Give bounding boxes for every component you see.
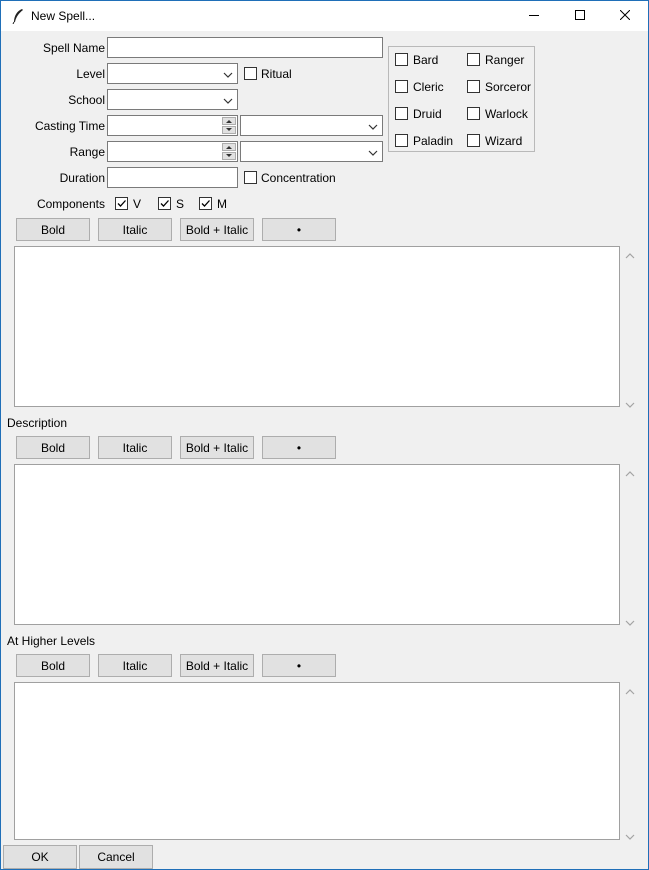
class-bard-checkbox[interactable] [395,53,408,66]
minimize-button[interactable] [511,1,557,31]
class-paladin-checkbox[interactable] [395,134,408,147]
maximize-icon [575,9,585,23]
concentration-label: Concentration [261,171,336,185]
class-druid-checkbox[interactable] [395,107,408,120]
italic-button[interactable]: Italic [98,654,172,677]
window-title: New Spell... [31,9,96,23]
title-bar[interactable]: New Spell... [1,1,648,31]
range-label: Range [69,145,105,159]
class-sorceror-label: Sorceror [485,80,532,94]
component-v-checkbox[interactable] [115,197,128,210]
duration-label: Duration [59,171,105,185]
feather-icon [11,8,25,25]
ritual-label: Ritual [261,67,292,81]
range-unit-select[interactable] [240,141,383,162]
chevron-down-icon [223,69,233,79]
chevron-down-icon [368,121,378,131]
component-m-checkbox[interactable] [199,197,212,210]
close-button[interactable] [602,1,648,31]
spin-up-icon[interactable] [222,117,236,125]
school-select[interactable] [107,89,238,110]
scroll-up-icon[interactable] [625,685,635,695]
checkmark-icon [117,200,126,207]
concentration-checkbox[interactable] [244,171,257,184]
spin-up-icon[interactable] [222,143,236,151]
higher-levels-scrollbar[interactable] [622,682,639,840]
components-label: Components [36,197,105,211]
checkmark-icon [201,200,210,207]
checkmark-icon [160,200,169,207]
class-warlock-checkbox[interactable] [467,107,480,120]
higher-levels-text-area[interactable] [14,682,620,840]
scroll-up-icon[interactable] [625,467,635,477]
scroll-down-icon[interactable] [625,616,635,626]
class-warlock-label: Warlock [485,107,528,121]
scroll-down-icon[interactable] [625,830,635,840]
casting-time-label: Casting Time [34,119,105,133]
italic-button[interactable]: Italic [98,218,172,241]
scroll-down-icon[interactable] [625,398,635,408]
maximize-button[interactable] [557,1,603,31]
italic-button[interactable]: Italic [98,436,172,459]
bold-italic-button[interactable]: Bold + Italic [180,436,254,459]
class-druid-label: Druid [413,107,442,121]
description-text-area[interactable] [14,464,620,625]
level-select[interactable] [107,63,238,84]
casting-time-unit-select[interactable] [240,115,383,136]
minimize-icon [529,9,539,23]
spin-down-icon[interactable] [222,126,236,134]
class-sorceror-checkbox[interactable] [467,80,480,93]
cancel-button[interactable]: Cancel [79,845,153,869]
casting-time-spinbox[interactable] [107,115,238,136]
description-scrollbar[interactable] [622,464,639,626]
level-label: Level [76,67,105,81]
class-wizard-label: Wizard [485,134,523,148]
class-cleric-checkbox[interactable] [395,80,408,93]
bullet-button[interactable]: • [262,436,336,459]
ritual-checkbox[interactable] [244,67,257,80]
school-label: School [68,93,105,107]
bold-button[interactable]: Bold [16,436,90,459]
casting-time-spin-buttons[interactable] [222,117,236,134]
close-icon [619,9,631,23]
class-bard-label: Bard [413,53,439,67]
bold-button[interactable]: Bold [16,218,90,241]
class-ranger-label: Ranger [485,53,525,67]
spin-down-icon[interactable] [222,152,236,160]
dialog-window: New Spell... Spell Name Level Ritual Sch… [0,0,649,870]
class-ranger-checkbox[interactable] [467,53,480,66]
bold-italic-button[interactable]: Bold + Italic [180,654,254,677]
class-paladin-label: Paladin [413,134,454,148]
higher-levels-label: At Higher Levels [7,634,96,648]
materials-text-area[interactable] [14,246,620,407]
ok-button[interactable]: OK [3,845,77,869]
duration-input[interactable] [107,167,238,188]
spell-name-input[interactable] [107,37,383,58]
bullet-button[interactable]: • [262,218,336,241]
component-s-label: S [176,197,185,211]
bold-button[interactable]: Bold [16,654,90,677]
component-s-checkbox[interactable] [158,197,171,210]
chevron-down-icon [368,147,378,157]
spell-name-label: Spell Name [42,41,105,55]
class-cleric-label: Cleric [413,80,444,94]
class-wizard-checkbox[interactable] [467,134,480,147]
bold-italic-button[interactable]: Bold + Italic [180,218,254,241]
component-v-label: V [133,197,142,211]
chevron-down-icon [223,95,233,105]
bullet-button[interactable]: • [262,654,336,677]
range-spinbox[interactable] [107,141,238,162]
description-label: Description [7,416,68,430]
range-spin-buttons[interactable] [222,143,236,160]
component-m-label: M [217,197,227,211]
scroll-up-icon[interactable] [625,249,635,259]
materials-scrollbar[interactable] [622,246,639,408]
